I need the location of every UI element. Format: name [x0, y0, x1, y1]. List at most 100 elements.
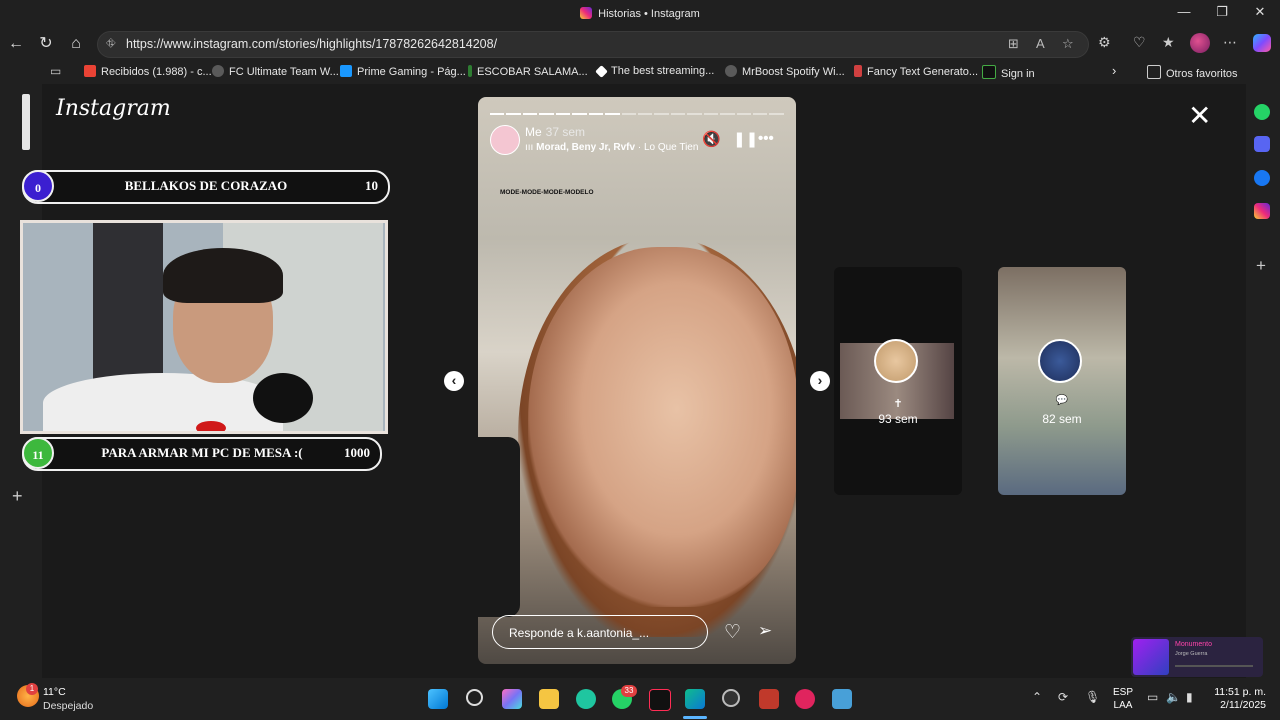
media-player-icon[interactable] — [795, 689, 815, 709]
pause-icon[interactable]: ❚❚ — [733, 130, 758, 148]
address-bar[interactable]: ⛗ https://www.instagram.com/stories/high… — [97, 31, 1089, 58]
instagram-icon — [580, 7, 593, 19]
profile-avatar[interactable] — [1190, 33, 1210, 53]
extensions-icon[interactable]: ⚙ — [1098, 34, 1111, 51]
globe-icon — [725, 65, 737, 77]
goal-target: 10 — [365, 178, 378, 193]
bookmarks-overflow-chevron-icon[interactable]: › — [1112, 63, 1116, 78]
edge-sidebar: + — [1246, 84, 1280, 678]
story-progress-segment — [654, 113, 669, 115]
bookmark-menu-icon[interactable]: ▭ — [50, 64, 61, 78]
instagram-icon[interactable] — [1254, 203, 1270, 219]
clock-app-icon[interactable] — [722, 689, 740, 707]
bookmark-item[interactable]: MrBoost Spotify Wi... — [725, 65, 845, 78]
reply-input[interactable]: Responde a k.aantonia_... — [492, 615, 708, 649]
story-progress-segment — [572, 113, 587, 115]
minimize-button[interactable]: — — [1172, 4, 1196, 19]
bookmark-item[interactable]: FC Ultimate Team W... — [212, 65, 339, 78]
story-card[interactable]: Me 37 sem ııı Morad, Beny Jr, Rvfv · Lo Q… — [478, 97, 796, 664]
start-windows-icon[interactable] — [428, 689, 448, 709]
refresh-button[interactable]: ↻ — [35, 33, 57, 55]
next-story-preview[interactable]: 💬 82 sem — [998, 267, 1126, 495]
more-menu-icon[interactable]: ⋯ — [1223, 34, 1237, 51]
more-options-icon[interactable]: ••• — [758, 130, 774, 147]
other-favorites[interactable]: Otros favoritos — [1147, 65, 1238, 80]
search-icon[interactable] — [466, 689, 483, 706]
edge-icon[interactable] — [685, 689, 705, 709]
discord-icon[interactable] — [1254, 136, 1270, 152]
instagram-logo[interactable]: Instagram — [56, 96, 171, 121]
next-story-button[interactable]: › — [810, 371, 830, 391]
story-progress-segment — [753, 113, 768, 115]
reply-placeholder: Responde a k.aantonia_... — [509, 626, 650, 640]
microphone-icon[interactable]: 🎙 — [1085, 690, 1100, 704]
weather-description[interactable]: Despejado — [43, 700, 93, 712]
prime-gaming-icon — [340, 65, 352, 77]
story-progress-bars — [490, 113, 784, 115]
globe-icon — [212, 65, 224, 77]
facebook-icon[interactable] — [1254, 170, 1270, 186]
bookmark-item[interactable]: Recibidos (1.988) - c... — [84, 65, 212, 78]
language-indicator[interactable]: ESP LAA — [1113, 686, 1133, 712]
bookmark-item[interactable]: The best streaming... — [595, 65, 714, 78]
file-explorer-icon[interactable] — [539, 689, 559, 709]
back-button[interactable]: ← — [5, 33, 27, 55]
sync-icon[interactable]: ⟳ — [1058, 690, 1068, 704]
story-progress-segment — [605, 113, 620, 115]
bookmark-item[interactable]: Sign in — [982, 65, 1035, 80]
mini-player-progress[interactable] — [1175, 665, 1253, 667]
url-text[interactable]: https://www.instagram.com/stories/highli… — [126, 37, 497, 51]
mute-icon[interactable]: 🔇 — [702, 130, 721, 148]
story-progress-segment — [687, 113, 702, 115]
bookmark-item[interactable]: ESCOBAR SALAMA... — [468, 65, 588, 78]
story-username-text[interactable]: Me — [525, 125, 542, 139]
story-progress-segment — [769, 113, 784, 115]
story-music[interactable]: ııı Morad, Beny Jr, Rvfv · Lo Que Tien — [525, 142, 698, 153]
previous-story-button[interactable]: ‹ — [444, 371, 464, 391]
add-sidebar-app-icon[interactable]: + — [1256, 256, 1266, 276]
copilot-icon[interactable] — [1253, 34, 1271, 52]
music-artist: Morad, Beny Jr, Rvfv — [536, 142, 636, 153]
close-story-icon[interactable]: ✕ — [1188, 102, 1211, 130]
whatsapp-icon[interactable] — [1254, 104, 1270, 120]
next-story-preview[interactable]: ✝ 93 sem — [834, 267, 962, 495]
volume-icon[interactable]: 🔈 — [1166, 690, 1181, 704]
whatsapp-badge: 33 — [621, 685, 637, 697]
preview-avatar — [874, 339, 918, 383]
favorite-star-icon[interactable]: ☆ — [1062, 36, 1074, 52]
story-progress-segment — [720, 113, 735, 115]
weather-temperature[interactable]: 11°C — [43, 686, 66, 698]
share-send-icon[interactable]: ➢ — [758, 621, 772, 641]
bookmark-item[interactable]: Fancy Text Generato... — [854, 65, 978, 78]
copilot-taskbar-icon[interactable] — [502, 689, 522, 709]
notepad-icon[interactable] — [832, 689, 852, 709]
browser-essentials-icon[interactable]: ♡ — [1133, 34, 1146, 51]
preview-time: 93 sem — [878, 412, 918, 426]
site-info-icon[interactable]: ⛗ — [106, 36, 116, 51]
goal-target: 1000 — [344, 445, 370, 460]
story-avatar[interactable] — [490, 125, 520, 155]
add-tab-icon[interactable]: + — [12, 486, 23, 507]
phone-in-hand — [478, 437, 520, 617]
read-aloud-icon[interactable]: A — [1036, 36, 1045, 51]
weather-badge: 1 — [26, 683, 38, 695]
maximize-button[interactable]: ❐ — [1210, 4, 1234, 20]
bookmark-item[interactable]: Prime Gaming - Pág... — [340, 65, 466, 78]
system-clock[interactable]: 11:51 p. m. 2/11/2025 — [1210, 686, 1266, 712]
story-username[interactable]: Me 37 sem — [525, 125, 585, 139]
app-available-icon[interactable]: ⊞ — [1008, 36, 1019, 52]
mini-media-player[interactable]: Monumento Jorge Guerra — [1131, 637, 1263, 677]
home-button[interactable]: ⌂ — [65, 33, 87, 55]
show-hidden-icons-chevron-icon[interactable]: ⌃ — [1032, 690, 1042, 704]
like-heart-icon[interactable]: ♡ — [724, 621, 741, 644]
close-window-button[interactable]: ✕ — [1248, 4, 1272, 20]
battery-icon[interactable]: ▮ — [1186, 690, 1193, 704]
favorites-icon[interactable]: ★ — [1162, 34, 1175, 51]
story-timestamp: 37 sem — [545, 125, 586, 139]
preview-avatar — [1038, 339, 1082, 383]
network-icon[interactable]: ▭ — [1147, 690, 1158, 704]
tiktok-icon[interactable] — [649, 689, 671, 711]
app-icon[interactable] — [576, 689, 596, 709]
tf-icon[interactable] — [759, 689, 779, 709]
preview-icon: ✝ — [893, 398, 903, 410]
